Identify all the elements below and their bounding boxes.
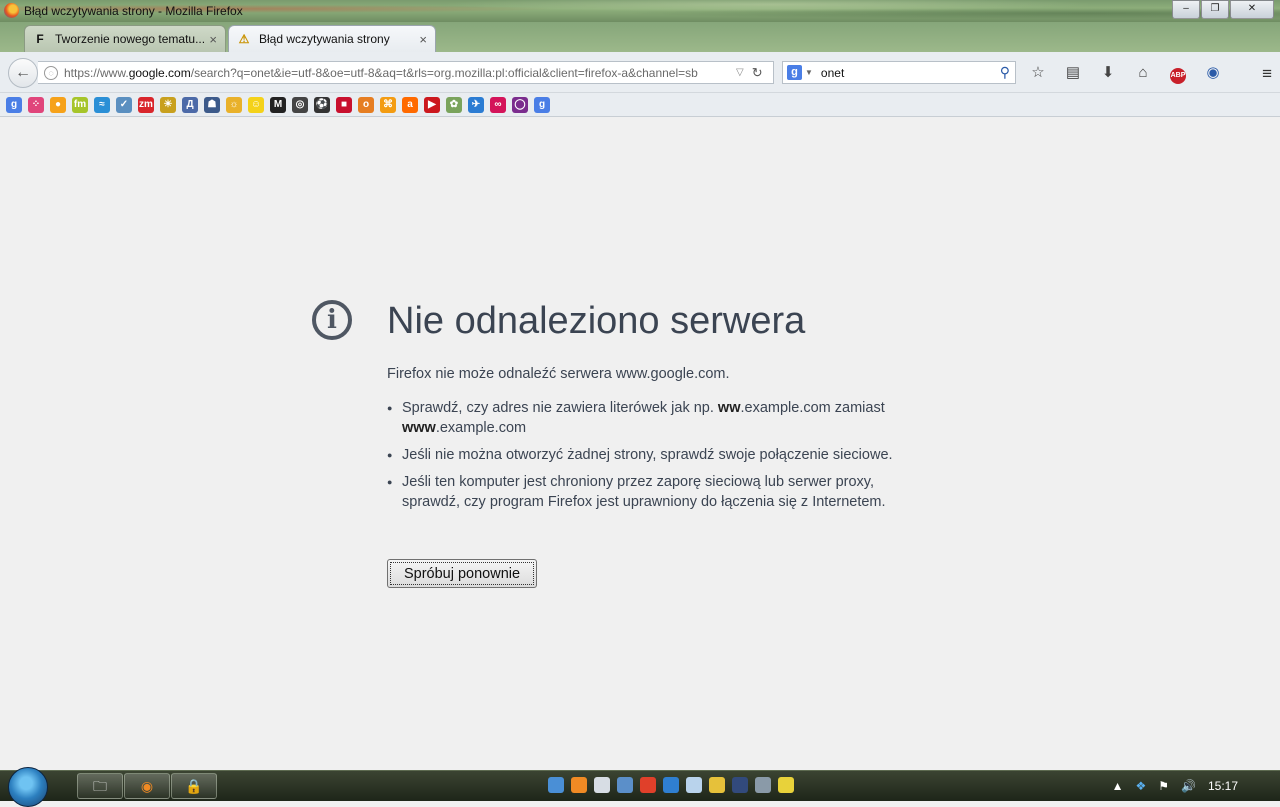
desktop-icon[interactable] xyxy=(548,777,564,793)
bookmark-icon[interactable]: ■ xyxy=(336,96,352,113)
hamburger-menu-icon[interactable]: ≡ xyxy=(1262,64,1272,84)
notepad-icon[interactable] xyxy=(594,777,610,793)
start-button[interactable] xyxy=(8,767,48,807)
bookmark-icon[interactable]: ✿ xyxy=(446,96,462,113)
window-titlebar: Błąd wczytywania strony - Mozilla Firefo… xyxy=(0,0,1280,22)
globe-icon: ◌ xyxy=(44,65,58,80)
bookmark-icon[interactable]: fm xyxy=(72,96,88,113)
warning-icon: ⚠ xyxy=(238,32,250,46)
error-page: i Nie odnaleziono serwera Firefox nie mo… xyxy=(0,118,1280,770)
security-icon[interactable] xyxy=(732,777,748,793)
bookmark-icon[interactable]: ◯ xyxy=(512,96,528,113)
list-item: Jeśli nie można otworzyć żadnej strony, … xyxy=(387,445,907,465)
bookmark-star-icon[interactable]: ☆ xyxy=(1026,62,1050,84)
bookmark-icon[interactable]: Д xyxy=(182,96,198,113)
bookmark-icon[interactable]: ∞ xyxy=(490,96,506,113)
url-history-dropdown-icon[interactable]: ▽ xyxy=(736,67,744,78)
bookmark-icon[interactable]: a xyxy=(402,96,418,113)
bookmark-icon[interactable]: zm xyxy=(138,96,154,113)
reload-icon[interactable]: ↻ xyxy=(752,65,763,81)
toolbar-icons: ☆ ▤ ⬇ ⌂ ABP ◉ xyxy=(1026,62,1236,84)
bookmark-icon[interactable]: ⁘ xyxy=(28,96,44,113)
bookmark-icon[interactable]: o xyxy=(358,96,374,113)
try-again-button[interactable]: Spróbuj ponownie xyxy=(387,559,537,588)
dropbox-icon[interactable]: ❖ xyxy=(1135,779,1146,793)
bookmark-icon[interactable]: M xyxy=(270,96,286,113)
firefox-icon[interactable] xyxy=(571,777,587,793)
system-tray: ▲ ❖ ⚑ 🔊 15:17 xyxy=(1112,771,1280,801)
tab-forum[interactable]: F Tworzenie nowego tematu... × xyxy=(24,25,226,52)
maximize-button[interactable]: ❐ xyxy=(1201,0,1229,19)
forum-favicon-icon: F xyxy=(36,32,44,46)
bookmark-icon[interactable]: ≈ xyxy=(94,96,110,113)
bookmark-icon[interactable]: ⚽ xyxy=(314,96,330,113)
bookmark-icon[interactable]: g xyxy=(6,96,22,113)
chrome-icon[interactable] xyxy=(640,777,656,793)
bookmark-icon[interactable]: ☗ xyxy=(204,96,220,113)
bookmark-icon[interactable]: ☀ xyxy=(160,96,176,113)
search-input[interactable]: onet xyxy=(821,66,1000,80)
quick-launch xyxy=(548,777,801,793)
tab-error-page[interactable]: ⚠ Błąd wczytywania strony × xyxy=(228,25,436,52)
bookmark-icon[interactable]: ☼ xyxy=(226,96,242,113)
volume-icon[interactable]: 🔊 xyxy=(1181,779,1196,793)
ie-icon[interactable] xyxy=(663,777,679,793)
downloads-icon[interactable]: ⬇ xyxy=(1096,62,1120,84)
home-icon[interactable]: ⌂ xyxy=(1131,62,1155,84)
bookmark-icon[interactable]: ⌘ xyxy=(380,96,396,113)
window-title: Błąd wczytywania strony - Mozilla Firefo… xyxy=(24,4,243,18)
list-item: Sprawdź, czy adres nie zawiera literówek… xyxy=(387,398,907,438)
close-window-button[interactable]: ✕ xyxy=(1230,0,1274,19)
bookmark-icon[interactable]: ☺ xyxy=(248,96,264,113)
windows-taskbar: 🗀 ◉ 🔒 ▲ ❖ ⚑ 🔊 15:17 xyxy=(0,767,1280,807)
taskbar-explorer-button[interactable]: 🗀 xyxy=(77,773,123,799)
tab-close-icon[interactable]: × xyxy=(419,32,427,47)
network-icon[interactable] xyxy=(617,777,633,793)
search-icon[interactable]: ⚲ xyxy=(1000,64,1010,81)
minimize-button[interactable]: ‒ xyxy=(1172,0,1200,19)
documents-icon[interactable] xyxy=(686,777,702,793)
taskbar-firefox-button[interactable]: ◉ xyxy=(124,773,170,799)
list-item: Jeśli ten komputer jest chroniony przez … xyxy=(387,472,907,512)
google-search-engine-icon[interactable]: g xyxy=(787,65,802,80)
tab-label: Błąd wczytywania strony xyxy=(259,32,390,46)
action-center-flag-icon[interactable]: ⚑ xyxy=(1158,779,1169,793)
search-engine-dropdown-icon[interactable]: ▼ xyxy=(805,68,813,77)
navigation-toolbar: ← ◌ https://www.google.com/search?q=onet… xyxy=(0,52,1280,93)
bookmarks-menu-icon[interactable]: ▤ xyxy=(1061,62,1085,84)
settings-icon[interactable] xyxy=(755,777,771,793)
bookmark-icon[interactable]: g xyxy=(534,96,550,113)
back-button[interactable]: ← xyxy=(8,58,38,88)
tab-strip: F Tworzenie nowego tematu... × ⚠ Błąd wc… xyxy=(0,22,1280,68)
tools-icon[interactable] xyxy=(709,777,725,793)
bookmark-icon[interactable]: ● xyxy=(50,96,66,113)
info-icon: i xyxy=(312,300,352,340)
bookmark-icon[interactable]: ◎ xyxy=(292,96,308,113)
tab-label: Tworzenie nowego tematu... xyxy=(55,32,206,46)
extension-icon[interactable]: ◉ xyxy=(1201,62,1225,84)
tab-close-icon[interactable]: × xyxy=(209,32,217,47)
taskbar-lock-app-button[interactable]: 🔒 xyxy=(171,773,217,799)
bookmark-icon[interactable]: ✈ xyxy=(468,96,484,113)
adblock-plus-icon[interactable]: ABP xyxy=(1166,62,1190,84)
tray-expand-icon[interactable]: ▲ xyxy=(1112,779,1124,793)
error-tips-list: Sprawdź, czy adres nie zawiera literówek… xyxy=(387,398,907,519)
firefox-logo-icon xyxy=(4,3,19,18)
clock[interactable]: 15:17 xyxy=(1208,779,1238,793)
url-text[interactable]: https://www.google.com/search?q=onet&ie=… xyxy=(64,66,730,80)
error-title: Nie odnaleziono serwera xyxy=(387,300,806,342)
window-controls: ‒ ❐ ✕ xyxy=(1171,0,1274,19)
bookmark-icon[interactable]: ▶ xyxy=(424,96,440,113)
error-description: Firefox nie może odnaleźć serwera www.go… xyxy=(387,366,730,382)
office-icon[interactable] xyxy=(778,777,794,793)
url-bar[interactable]: ◌ https://www.google.com/search?q=onet&i… xyxy=(38,61,774,84)
search-bar[interactable]: g ▼ onet ⚲ xyxy=(782,61,1016,84)
bookmark-icon[interactable]: ✓ xyxy=(116,96,132,113)
bookmarks-toolbar: g ⁘ ● fm ≈ ✓ zm ☀ Д ☗ ☼ ☺ M ◎ ⚽ ■ o ⌘ a ▶ ✿ ✈ ∞ ◯ g xyxy=(0,93,1280,117)
